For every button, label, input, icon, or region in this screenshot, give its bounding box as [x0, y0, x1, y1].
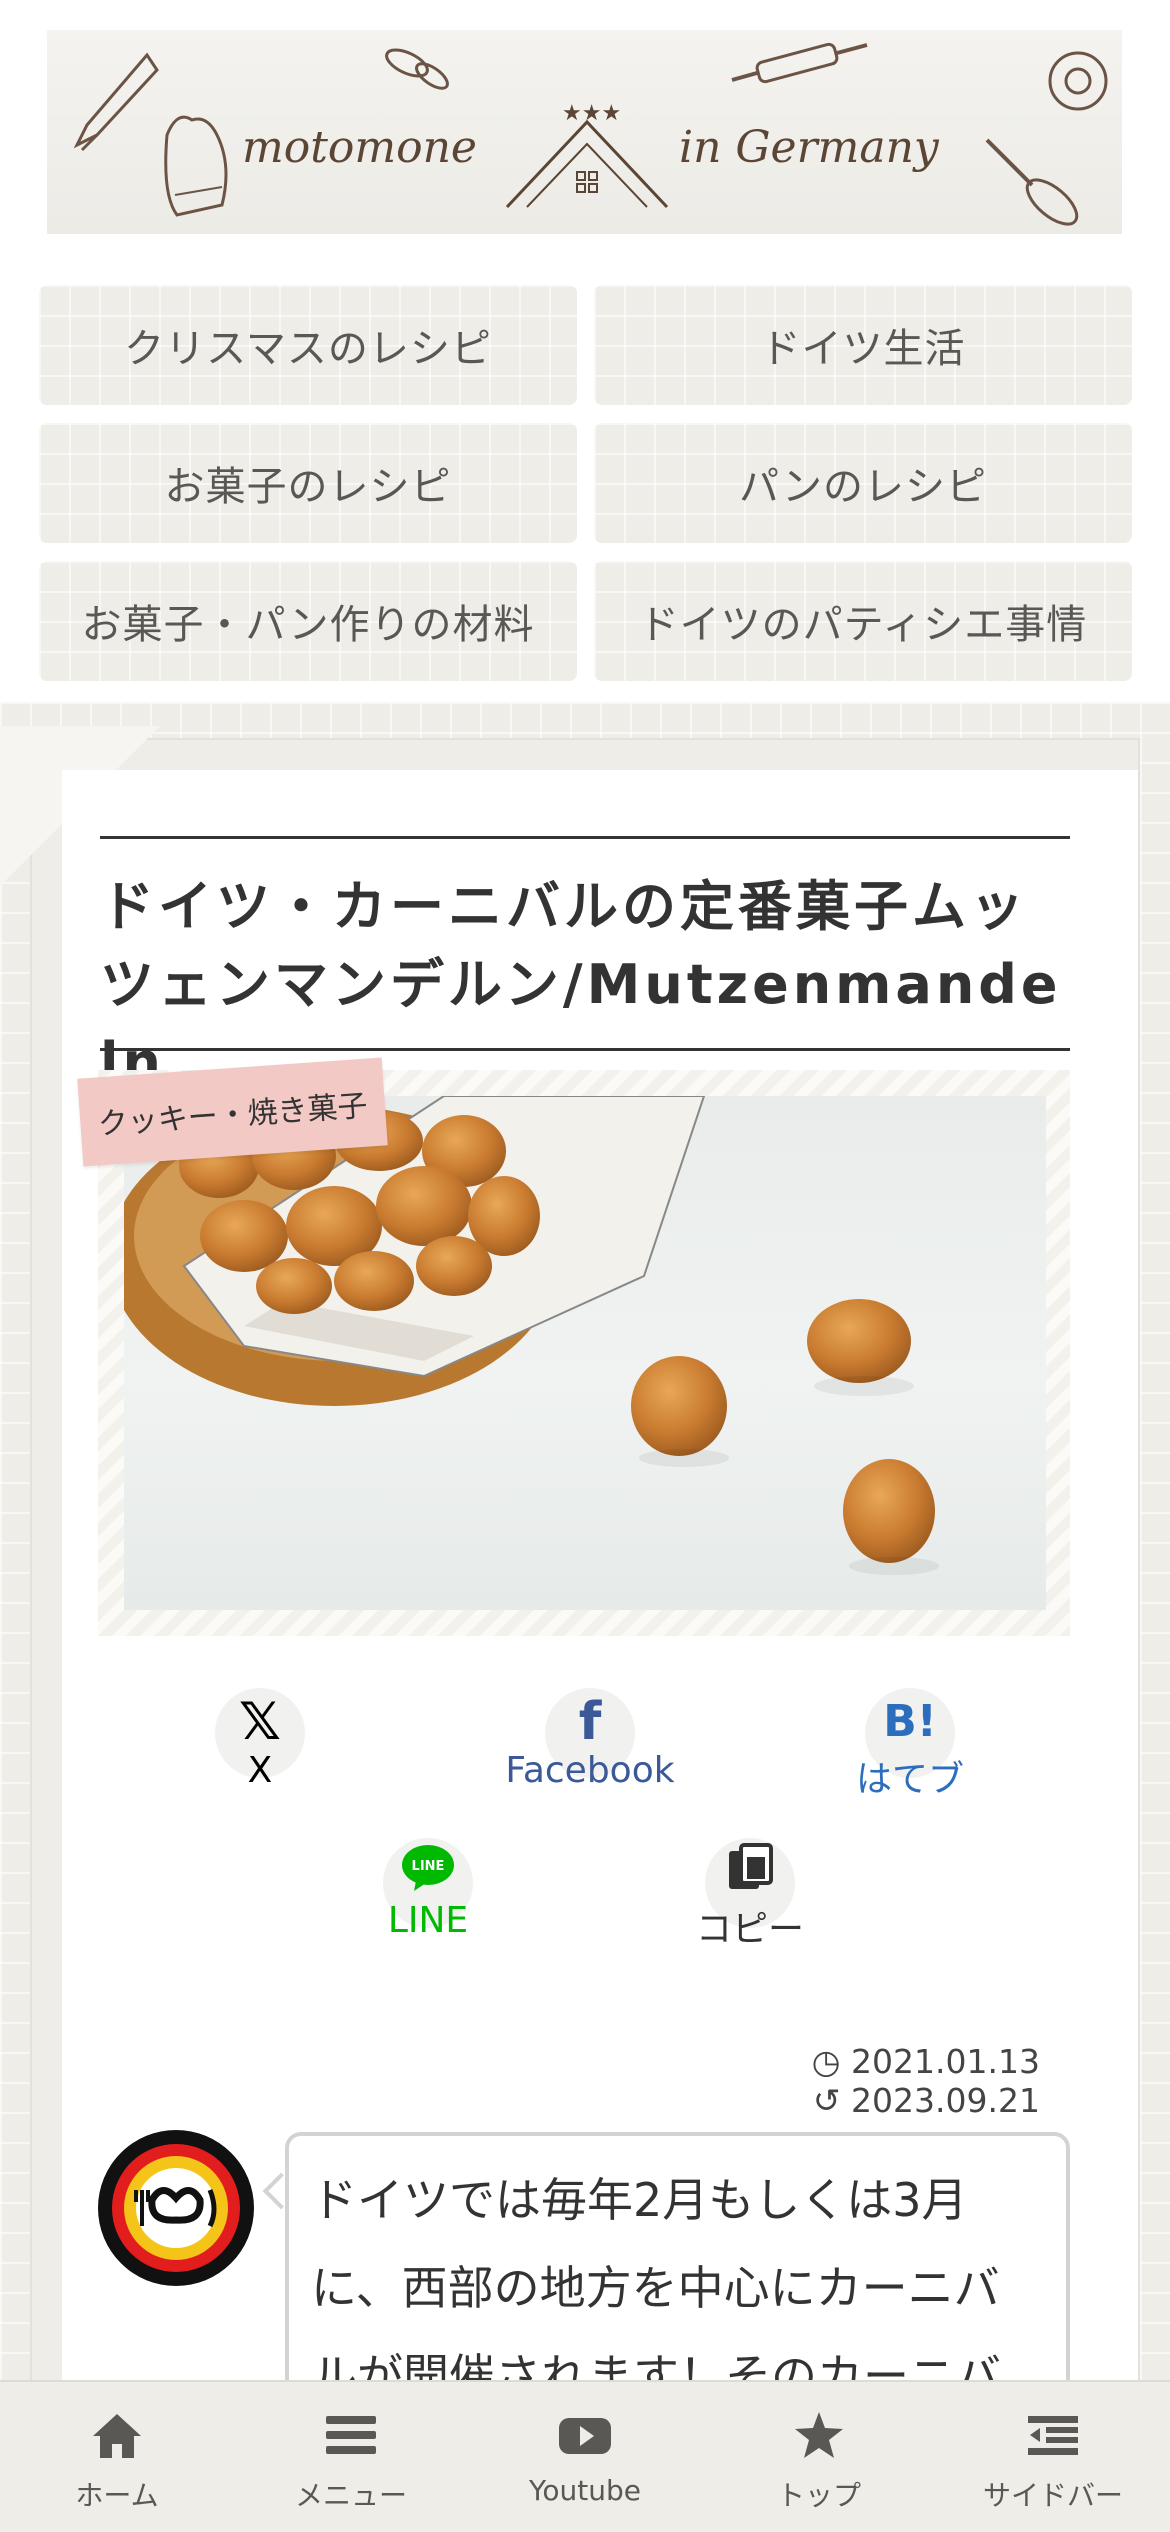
- category-patissier[interactable]: ドイツのパティシエ事情: [594, 561, 1132, 681]
- svg-text:LINE: LINE: [412, 1859, 445, 1874]
- hatena-icon: B!: [883, 1696, 937, 1747]
- updated-date-text: 2023.09.21: [851, 2081, 1040, 2120]
- star-icon: [795, 2412, 843, 2458]
- category-germany-life[interactable]: ドイツ生活: [594, 285, 1132, 405]
- published-date-text: 2021.01.13: [851, 2042, 1040, 2081]
- copy-icon: [729, 1843, 773, 1889]
- title-bottom-rule: [100, 1048, 1070, 1051]
- category-ingredients[interactable]: お菓子・パン作りの材料: [39, 561, 577, 681]
- category-label: ドイツのパティシエ事情: [638, 602, 1088, 648]
- logo-text-right: in Germany: [679, 122, 939, 173]
- share-label: コピー: [695, 1909, 804, 1950]
- category-tag-label: クッキー・焼き菓子: [96, 1088, 369, 1143]
- home-icon: [93, 2414, 141, 2458]
- category-bread-recipe[interactable]: パンのレシピ: [594, 423, 1132, 543]
- share-label: はてブ: [855, 1759, 964, 1800]
- bottom-nav-label: サイドバー: [982, 2479, 1123, 2512]
- bottom-nav-youtube[interactable]: Youtube: [468, 2382, 702, 2532]
- oven-mitt-doodle: [164, 115, 228, 217]
- facebook-icon: f: [578, 1692, 602, 1752]
- share-label: Facebook: [505, 1750, 675, 1791]
- share-line-button[interactable]: LINE LINE: [328, 1838, 528, 1948]
- line-icon: LINE: [402, 1845, 454, 1891]
- eyecatch-image: [124, 1096, 1046, 1610]
- post-dates: ◷ 2021.01.13 ↺ 2023.09.21: [540, 2042, 1040, 2120]
- bottom-nav-label: メニュー: [294, 2479, 407, 2512]
- whisk-doodle: [985, 138, 1079, 226]
- bottom-nav-top[interactable]: トップ: [702, 2382, 936, 2532]
- share-label: X: [247, 1750, 273, 1791]
- category-label: ドイツ生活: [760, 326, 966, 372]
- bottom-nav-bar: ホーム メニュー Youtube トップ サイドバー: [0, 2380, 1170, 2532]
- category-christmas-recipe[interactable]: クリスマスのレシピ: [39, 285, 577, 405]
- bottom-nav-label: トップ: [776, 2479, 861, 2512]
- published-date: ◷ 2021.01.13: [812, 2042, 1040, 2081]
- youtube-icon: [559, 2418, 611, 2454]
- category-label: お菓子のレシピ: [164, 464, 452, 510]
- updated-date: ↺ 2023.09.21: [813, 2081, 1040, 2120]
- site-header-banner[interactable]: motomone ★★★ in Germany: [47, 30, 1122, 234]
- history-icon: ↺: [812, 2081, 841, 2120]
- share-x-button[interactable]: 𝕏 X: [160, 1688, 360, 1798]
- share-label: LINE: [387, 1900, 469, 1941]
- x-icon: 𝕏: [239, 1692, 281, 1752]
- category-label: クリスマスのレシピ: [124, 326, 492, 372]
- avatar: [98, 2130, 254, 2286]
- house-logo-icon: ★★★: [505, 101, 669, 209]
- svg-text:★★★: ★★★: [562, 101, 621, 126]
- logo-text-left: motomone: [242, 122, 477, 173]
- share-hatena-button[interactable]: B! はてブ: [810, 1688, 1010, 1800]
- bottom-nav-home[interactable]: ホーム: [0, 2382, 234, 2532]
- pretzel-avatar-icon: [100, 2132, 252, 2284]
- share-copy-button[interactable]: コピー: [650, 1838, 850, 1950]
- rolling-pin-doodle: [731, 42, 868, 84]
- category-sweets-recipe[interactable]: お菓子のレシピ: [39, 423, 577, 543]
- title-top-rule: [100, 836, 1070, 839]
- category-label: お菓子・パン作りの材料: [81, 602, 535, 648]
- bottom-nav-label: ホーム: [75, 2479, 159, 2512]
- leaves-doodle: [385, 48, 449, 90]
- bottom-nav-sidebar[interactable]: サイドバー: [936, 2382, 1170, 2532]
- mutzenmandeln-photo: [124, 1096, 939, 1575]
- menu-icon: [326, 2416, 376, 2454]
- clock-icon: ◷: [811, 2042, 841, 2081]
- category-label: パンのレシピ: [739, 464, 987, 510]
- bottom-nav-menu[interactable]: メニュー: [234, 2382, 468, 2532]
- pretzel-doodle: [1048, 51, 1108, 111]
- share-facebook-button[interactable]: f Facebook: [490, 1688, 690, 1798]
- bottom-nav-label: Youtube: [529, 2474, 641, 2507]
- sidebar-icon: [1028, 2416, 1078, 2455]
